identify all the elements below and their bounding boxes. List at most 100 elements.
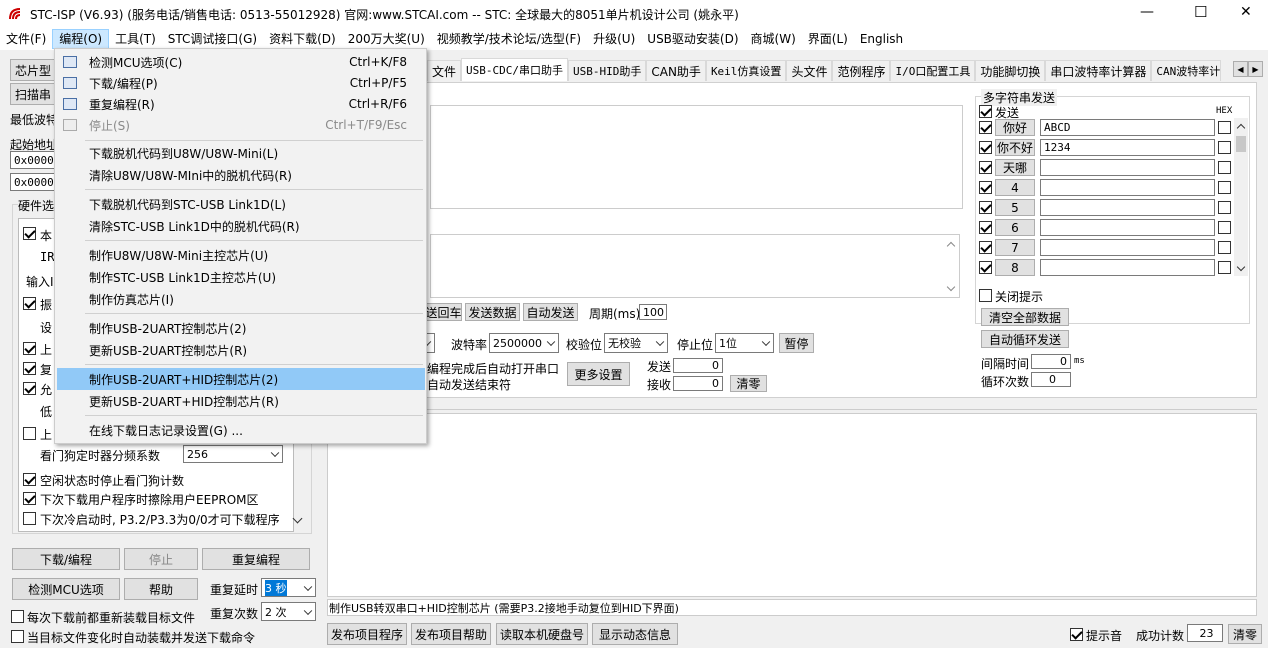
download-button[interactable]: 下载/编程 xyxy=(12,548,120,570)
menu-item-log-settings[interactable]: 在线下载日志记录设置(G) ... xyxy=(57,419,425,441)
row-hex-checkbox[interactable] xyxy=(1218,221,1231,234)
pause-button[interactable]: 暂停 xyxy=(779,333,814,353)
menu-item-make-emulator-chip[interactable]: 制作仿真芯片(I) xyxy=(57,288,425,310)
row-checkbox[interactable] xyxy=(979,181,992,194)
tab-io-config[interactable]: I/O口配置工具 xyxy=(890,60,976,81)
tab-header[interactable]: 头文件 xyxy=(786,60,833,81)
clear-count-button[interactable]: 清零 xyxy=(730,375,767,392)
wdt-idle-checkbox[interactable] xyxy=(23,473,36,486)
repeat-count-select[interactable]: 2 次 xyxy=(261,602,316,621)
row-checkbox[interactable] xyxy=(979,201,992,214)
menu-debug[interactable]: STC调试接口(G) xyxy=(162,29,263,49)
wdt-prescaler-select[interactable]: 256 xyxy=(183,445,283,463)
menu-docs[interactable]: 资料下载(D) xyxy=(263,29,342,49)
row-send-button[interactable]: 8 xyxy=(995,259,1035,276)
auto-send-button[interactable]: 自动发送 xyxy=(523,303,578,321)
option-checkbox[interactable] xyxy=(23,382,36,395)
tab-examples[interactable]: 范例程序 xyxy=(832,60,891,81)
row-send-button[interactable]: 5 xyxy=(995,199,1035,216)
tab-file[interactable]: 文件 xyxy=(427,60,462,81)
autoload-checkbox[interactable] xyxy=(11,630,24,643)
tab-uart-baud[interactable]: 串口波特率计算器 xyxy=(1045,60,1152,81)
menu-tools[interactable]: 工具(T) xyxy=(109,29,162,49)
row-value-input[interactable] xyxy=(1040,259,1215,276)
menu-item-stop[interactable]: 停止(S) Ctrl+T/F9/Esc xyxy=(57,114,425,136)
tab-usb-cdc[interactable]: USB-CDC/串口助手 xyxy=(461,58,568,81)
tab-scroll-right-icon[interactable]: ▶ xyxy=(1248,61,1263,77)
menu-upgrade[interactable]: 升级(U) xyxy=(587,29,641,49)
tab-scroll-left-icon[interactable]: ◀ xyxy=(1233,61,1248,77)
scan-port-button[interactable]: 扫描串 xyxy=(10,83,56,105)
option-checkbox[interactable] xyxy=(23,342,36,355)
row-hex-checkbox[interactable] xyxy=(1218,261,1231,274)
send-return-button[interactable]: 送回车 xyxy=(425,303,462,321)
clear-success-button[interactable]: 清零 xyxy=(1228,624,1262,644)
send-buffer[interactable] xyxy=(430,234,960,298)
publish-help-button[interactable]: 发布项目帮助 xyxy=(411,623,491,645)
option-checkbox[interactable] xyxy=(23,227,36,240)
row-checkbox[interactable] xyxy=(979,161,992,174)
menu-item-download-offline-link1d[interactable]: 下载脱机代码到STC-USB Link1D(L) xyxy=(57,193,425,215)
row-hex-checkbox[interactable] xyxy=(1218,141,1231,154)
interval-input[interactable]: 0 xyxy=(1031,354,1071,369)
option-checkbox[interactable] xyxy=(23,427,36,440)
repeat-delay-select[interactable]: 3 秒 xyxy=(261,578,316,597)
tab-usb-hid[interactable]: USB-HID助手 xyxy=(568,60,647,81)
chip-model-button[interactable]: 芯片型 xyxy=(10,59,56,81)
tab-keil[interactable]: Keil仿真设置 xyxy=(705,60,787,81)
row-hex-checkbox[interactable] xyxy=(1218,121,1231,134)
menu-english[interactable]: English xyxy=(854,29,909,49)
help-button[interactable]: 帮助 xyxy=(124,578,198,600)
menu-usb-driver[interactable]: USB驱动安装(D) xyxy=(641,29,744,49)
menu-item-make-u8w-chip[interactable]: 制作U8W/U8W-Mini主控芯片(U) xyxy=(57,244,425,266)
beep-checkbox[interactable] xyxy=(1070,628,1083,641)
menu-item-download-offline-u8w[interactable]: 下载脱机代码到U8W/U8W-Mini(L) xyxy=(57,142,425,164)
row-hex-checkbox[interactable] xyxy=(1218,201,1231,214)
menu-video[interactable]: 视频教学/技术论坛/选型(F) xyxy=(431,29,587,49)
erase-eeprom-checkbox[interactable] xyxy=(23,492,36,505)
start-address-input-1[interactable]: 0x0000 xyxy=(10,151,56,169)
publish-project-button[interactable]: 发布项目程序 xyxy=(327,623,407,645)
tab-can[interactable]: CAN助手 xyxy=(646,60,706,81)
row-value-input[interactable] xyxy=(1040,239,1215,256)
menu-prize[interactable]: 200万大奖(U) xyxy=(342,29,431,49)
row-value-input[interactable] xyxy=(1040,219,1215,236)
row-send-button[interactable]: 4 xyxy=(995,179,1035,196)
read-disk-id-button[interactable]: 读取本机硬盘号 xyxy=(496,623,588,645)
menu-program[interactable]: 编程(O) xyxy=(52,29,110,49)
menu-item-make-link1d-chip[interactable]: 制作STC-USB Link1D主控芯片(U) xyxy=(57,266,425,288)
scroll-thumb[interactable] xyxy=(1236,136,1246,152)
baud-rate-select[interactable]: 2500000 xyxy=(489,333,559,353)
auto-loop-send-button[interactable]: 自动循环发送 xyxy=(981,330,1069,348)
parity-select[interactable]: 无校验 xyxy=(604,333,668,353)
period-input[interactable]: 100 xyxy=(639,304,667,320)
more-settings-button[interactable]: 更多设置 xyxy=(567,362,630,386)
row-value-input[interactable]: 1234 xyxy=(1040,139,1215,156)
reload-checkbox[interactable] xyxy=(11,610,24,623)
stop-bits-select[interactable]: 1位 xyxy=(715,333,774,353)
close-icon[interactable]: ✕ xyxy=(1240,4,1252,20)
menu-item-clear-offline-u8w[interactable]: 清除U8W/U8W-MIni中的脱机代码(R) xyxy=(57,164,425,186)
menu-item-update-usb2uart[interactable]: 更新USB-2UART控制芯片(R) xyxy=(57,339,425,361)
menu-item-make-usb2uart[interactable]: 制作USB-2UART控制芯片(2) xyxy=(57,317,425,339)
maximize-icon[interactable]: ☐ xyxy=(1194,3,1207,21)
show-info-button[interactable]: 显示动态信息 xyxy=(592,623,678,645)
send-data-button[interactable]: 发送数据 xyxy=(465,303,520,321)
repeat-program-button[interactable]: 重复编程 xyxy=(202,548,310,570)
row-checkbox[interactable] xyxy=(979,221,992,234)
close-hint-checkbox[interactable] xyxy=(979,289,992,302)
p32-checkbox[interactable] xyxy=(23,512,36,525)
row-value-input[interactable]: ABCD xyxy=(1040,119,1215,136)
receive-buffer[interactable] xyxy=(430,105,963,209)
row-send-button[interactable]: 7 xyxy=(995,239,1035,256)
menu-item-download[interactable]: 下载/编程(P) Ctrl+P/F5 xyxy=(57,72,425,94)
menu-item-check-mcu[interactable]: 检测MCU选项(C) Ctrl+K/F8 xyxy=(57,51,425,73)
menu-shop[interactable]: 商城(W) xyxy=(745,29,802,49)
menu-ui[interactable]: 界面(L) xyxy=(802,29,854,49)
menu-item-clear-offline-link1d[interactable]: 清除STC-USB Link1D中的脱机代码(R) xyxy=(57,215,425,237)
row-value-input[interactable] xyxy=(1040,199,1215,216)
minimize-icon[interactable]: — xyxy=(1140,4,1154,20)
option-checkbox[interactable] xyxy=(23,297,36,310)
menu-item-update-usb2uart-hid[interactable]: 更新USB-2UART+HID控制芯片(R) xyxy=(57,390,425,412)
stop-button[interactable]: 停止 xyxy=(124,548,198,570)
